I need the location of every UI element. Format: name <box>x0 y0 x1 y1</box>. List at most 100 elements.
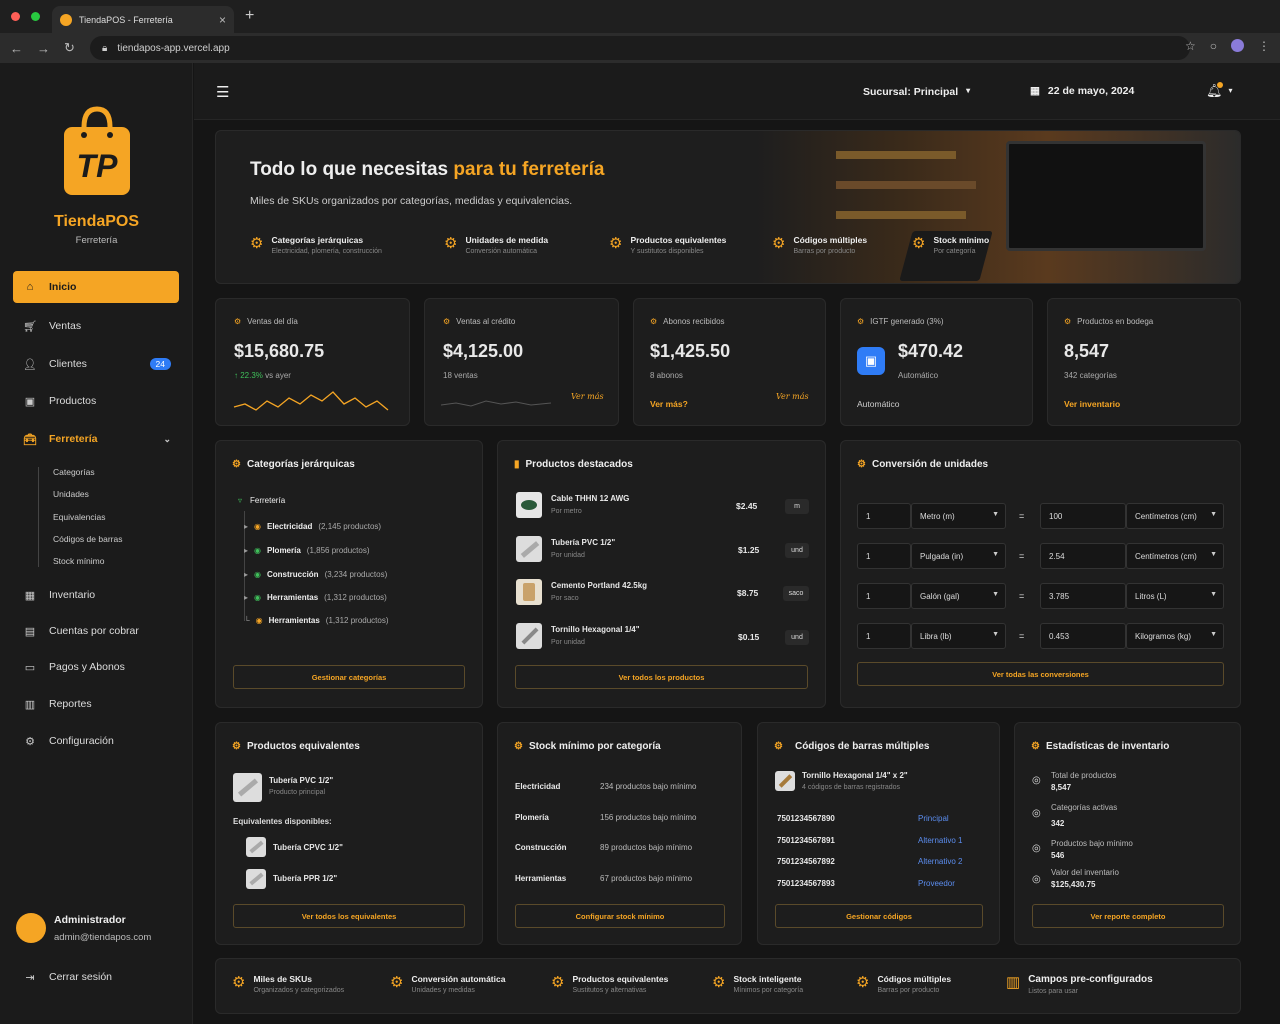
ver-equivalentes-button[interactable]: Ver todos los equivalentes <box>233 904 465 928</box>
kpi-ventas-dia[interactable]: ⚙︎ Ventas del día $15,680.75 ↑ 22.3% vs a… <box>215 298 410 426</box>
to-unit-select[interactable]: Kilogramos (kg) ▼ <box>1126 623 1224 649</box>
card-title: ⚙︎ Estadísticas de inventario <box>1031 741 1170 752</box>
nav-label: Ventas <box>49 320 82 332</box>
to-unit-select[interactable]: Centímetros (cm) ▼ <box>1126 503 1224 529</box>
ver-productos-button[interactable]: Ver todos los productos <box>515 665 808 689</box>
branch-selector[interactable]: Sucursal: Principal ▾ <box>863 86 970 98</box>
sidebar-item-cuentas[interactable]: ▤ Cuentas por cobrar <box>13 615 179 647</box>
sidebar-item-inicio[interactable]: ⌂ Inicio <box>13 271 179 303</box>
product-row[interactable]: Cable THHN 12 AWG Por metro $2.45 m <box>498 491 827 523</box>
clientes-count-badge: 24 <box>149 358 171 370</box>
kpi-value: $1,425.50 <box>650 341 731 361</box>
qty-input[interactable]: 1 <box>857 543 911 569</box>
stat-value: $125,430.75 <box>1051 880 1096 889</box>
tab-close-icon[interactable]: × <box>219 13 226 27</box>
favicon-icon <box>60 13 72 26</box>
ver-conversiones-button[interactable]: Ver todas las conversiones <box>857 662 1224 686</box>
barcode-type[interactable]: Alternativo 1 <box>918 836 962 845</box>
browser-tab[interactable]: TiendaPOS - Ferretería × <box>52 6 234 33</box>
nav-label: Clientes <box>49 358 87 370</box>
barcode-type[interactable]: Alternativo 2 <box>918 857 962 866</box>
sidebar-item-inventario[interactable]: ▦ Inventario <box>13 579 179 611</box>
product-name: Cable THHN 12 AWG <box>551 494 630 503</box>
hamburger-menu-icon[interactable]: ☰ <box>216 83 229 101</box>
kpi-ventas-credito[interactable]: ⚙︎ Ventas al crédito $4,125.00 18 ventas … <box>424 298 619 426</box>
gestionar-categorias-button[interactable]: Gestionar categorías <box>233 665 465 689</box>
logout-button[interactable]: ⇥ Cerrar sesión <box>13 961 179 993</box>
kpi-abonos[interactable]: ⚙︎ Abonos recibidos $1,425.50 8 abonos Ve… <box>633 298 826 426</box>
sidebar-item-configuracion[interactable]: ⚙︎ Configuración <box>13 725 179 757</box>
from-unit-select[interactable]: Metro (m) ▼ <box>911 503 1006 529</box>
url-field[interactable]: 🔒︎ tiendapos-app.vercel.app <box>90 36 1190 60</box>
equivalent-item[interactable]: Tubería CPVC 1/2" <box>273 843 343 852</box>
date-picker[interactable]: ▦ 22 de mayo, 2024 <box>1030 85 1134 97</box>
user-name: Administrador <box>54 914 126 926</box>
tree-item[interactable]: ▸ ◉ Plomería (1,856 productos) <box>244 546 370 555</box>
credit-sparkline <box>441 400 551 407</box>
qty-input[interactable]: 1 <box>857 623 911 649</box>
tab-title: TiendaPOS - Ferretería <box>79 14 173 25</box>
product-name: Tubería PVC 1/2" <box>551 538 616 547</box>
ver-reporte-button[interactable]: Ver reporte completo <box>1032 904 1224 928</box>
from-unit-select[interactable]: Libra (lb) ▼ <box>911 623 1006 649</box>
product-row[interactable]: Tubería PVC 1/2" Por unidad $1.25 und <box>498 535 827 567</box>
tree-root[interactable]: ▿ Ferretería <box>238 496 285 505</box>
product-price: $1.25 <box>738 545 760 555</box>
submenu-categorias[interactable]: Categorías <box>53 467 95 477</box>
sidebar-item-ventas[interactable]: 🛒︎ Ventas <box>13 310 179 342</box>
logout-icon: ⇥ <box>25 971 35 984</box>
user-profile[interactable]: Administrador admin@tiendapos.com <box>14 913 184 949</box>
configurar-stock-button[interactable]: Configurar stock mínimo <box>515 904 725 928</box>
product-row[interactable]: Cemento Portland 42.5kg Por saco $8.75 s… <box>498 578 827 610</box>
barcode-icon: ⚙︎ <box>856 974 870 991</box>
to-unit-select[interactable]: Centímetros (cm) ▼ <box>1126 543 1224 569</box>
tree-item[interactable]: ▸ ◉ Electricidad (2,145 productos) <box>244 522 381 531</box>
sidebar-item-clientes[interactable]: 👤︎ Clientes 24 <box>13 348 179 380</box>
gestionar-codigos-button[interactable]: Gestionar códigos <box>775 904 983 928</box>
maximize-window-dot[interactable] <box>31 12 40 21</box>
sidebar-item-pagos[interactable]: ▭ Pagos y Abonos <box>13 651 179 683</box>
product-row[interactable]: Tornillo Hexagonal 1/4" Por unidad $0.15… <box>498 622 827 654</box>
stock-count: 156 productos bajo mínimo <box>600 813 697 822</box>
new-tab-button[interactable]: + <box>245 7 254 25</box>
avatar <box>16 913 46 943</box>
sidebar-item-ferreteria[interactable]: 🧰︎ Ferretería ⌄ <box>13 423 179 455</box>
result-field: 0.453 <box>1040 623 1126 649</box>
calendar-icon: ▦ <box>1030 85 1040 97</box>
sidebar-item-productos[interactable]: ▣ Productos <box>13 385 179 417</box>
swap-icon: ⚙︎ <box>232 741 241 752</box>
profile-icon[interactable] <box>1231 39 1244 52</box>
kpi-bodega[interactable]: ⚙︎ Productos en bodega 8,547 342 categorí… <box>1047 298 1241 426</box>
forward-icon[interactable]: → <box>37 41 50 56</box>
submenu-unidades[interactable]: Unidades <box>53 489 89 499</box>
browser-menu-icon[interactable]: ⋮ <box>1258 39 1270 53</box>
qty-input[interactable]: 1 <box>857 503 911 529</box>
toolbox-icon: 🧰︎ <box>23 433 37 446</box>
submenu-codigos[interactable]: Códigos de barras <box>53 534 122 544</box>
submenu-equivalencias[interactable]: Equivalencias <box>53 512 105 522</box>
sidebar-item-reportes[interactable]: ▥ Reportes <box>13 688 179 720</box>
equivalent-item[interactable]: Tubería PPR 1/2" <box>273 874 337 883</box>
kpi-igtf[interactable]: ⚙︎ IGTF generado (3%) ▣ $470.42 Automátic… <box>840 298 1033 426</box>
ver-inventario-link[interactable]: Ver inventario <box>1064 399 1120 409</box>
tree-item[interactable]: ▸ ◉ Construcción (3,234 productos) <box>244 570 387 579</box>
to-unit-select[interactable]: Litros (L) ▼ <box>1126 583 1224 609</box>
tree-item[interactable]: ▸ ◉ Herramientas (1,312 productos) <box>244 593 387 602</box>
barcode-type[interactable]: Principal <box>918 814 949 823</box>
tree-item[interactable]: └ ◉ Herramientas (1,312 productos) <box>244 616 389 625</box>
close-window-dot[interactable] <box>11 12 20 21</box>
from-unit-select[interactable]: Galón (gal) ▼ <box>911 583 1006 609</box>
bookmark-star-icon[interactable]: ☆ <box>1185 39 1196 53</box>
browser-tab-bar: TiendaPOS - Ferretería × + <box>0 0 1280 33</box>
reload-icon[interactable]: ↻ <box>64 40 75 56</box>
barcode-type[interactable]: Proveedor <box>918 879 955 888</box>
ver-mas-link[interactable]: Ver más? <box>650 399 688 409</box>
category-icon: ◉ <box>255 616 263 625</box>
extension-icon[interactable]: ○ <box>1210 39 1217 53</box>
qty-input[interactable]: 1 <box>857 583 911 609</box>
main-product-name: Tubería PVC 1/2" <box>269 776 334 785</box>
from-unit-select[interactable]: Pulgada (in) ▼ <box>911 543 1006 569</box>
back-icon[interactable]: ← <box>10 41 23 56</box>
submenu-stock[interactable]: Stock mínimo <box>53 556 105 566</box>
hero-feature: ⚙︎ Productos equivalentes Y sustitutos dis… <box>609 235 727 255</box>
